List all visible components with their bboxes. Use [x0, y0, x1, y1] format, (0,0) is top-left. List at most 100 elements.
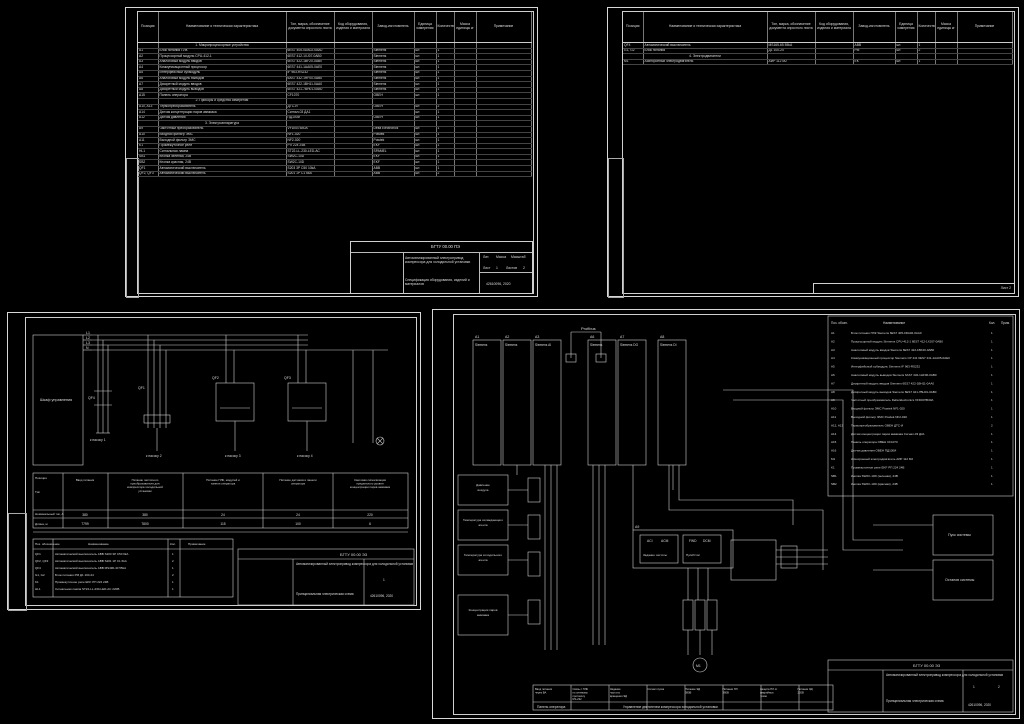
header-cell: Единица измерения — [895, 12, 918, 43]
power-col-header: оператора — [291, 482, 305, 486]
cell-type: S201 1P C1 6kA — [286, 171, 335, 178]
bottom-cell: 380В — [723, 690, 729, 694]
element-qty: 1 — [991, 440, 993, 444]
bottom-cell: Питание ЭД — [685, 687, 700, 691]
rack-brand: Siemens — [505, 343, 518, 347]
stamp-mass: Масса — [496, 255, 507, 259]
control-stamp-group: 42610096, 2020 — [968, 703, 991, 707]
power-col-header: Ввод питания — [76, 478, 95, 482]
element-name: Входной фильтр ЭМС Powtek NF1-020 — [851, 407, 905, 411]
elements-header: Поз. обозн. — [831, 321, 848, 325]
cell-pos: QF2, QF3 — [138, 171, 159, 178]
cell-code — [334, 171, 373, 178]
element-qty: 1 — [991, 381, 993, 385]
element-qty: 1 — [991, 465, 993, 469]
legend-qty: 1 — [172, 587, 174, 591]
element-qty: 1 — [991, 365, 993, 369]
element-pos: A6 — [831, 373, 835, 377]
sensor-label: Температура охлаждающего — [463, 518, 503, 522]
element-qty: 1 — [991, 398, 993, 402]
bottom-cell: токов — [760, 695, 767, 698]
spec-sheet-1-side-stamp — [126, 158, 139, 298]
rack-a1 — [472, 339, 502, 466]
element-pos: A12, A13 — [831, 423, 844, 427]
legend-qty: 2 — [172, 559, 174, 563]
cell-type: АИР 112 М2 — [767, 59, 816, 66]
bottom-cell: Питание ПЛ — [723, 687, 738, 691]
power-value: 7800 — [141, 522, 149, 526]
inverter-start-stop: Пуск/Стоп — [686, 553, 700, 557]
branch-1-target: к насосу 1 — [90, 438, 106, 442]
rack-id: A2 — [505, 335, 509, 339]
cell-mass — [454, 171, 477, 178]
rack-id: A6 — [590, 335, 594, 339]
element-name: Интерфейсный субмодуль Siemens IF 963-RS… — [851, 365, 920, 369]
branch-2 — [143, 335, 171, 451]
stop-system-box: Останов системы — [945, 578, 975, 582]
header-cell: Позиция — [138, 12, 159, 43]
legend-pos: K1 — [35, 580, 39, 584]
inverter-fwd: FWD — [689, 539, 697, 543]
bottom-cell: Ввод питания — [535, 687, 553, 691]
legend-name: Автоматический выключатель ABB S201 1P C… — [55, 559, 127, 563]
power-row-header: Длина, м — [35, 522, 48, 526]
bottom-cell: вращения ЭД — [610, 694, 627, 698]
header-cell: Единица измерения — [414, 12, 437, 43]
bottom-cell: через ВА — [535, 690, 547, 694]
element-pos: M1 — [831, 457, 835, 461]
element-name: Промежуточное реле EKF РП 224 24В — [851, 465, 904, 469]
branch-3-label: QF2 — [212, 376, 219, 380]
bus-l2: L2 — [86, 336, 90, 340]
bottom-cell: Защита ПЛ от — [760, 687, 778, 691]
inverter-dcm: DCM — [703, 539, 711, 543]
power-value: 6 — [369, 522, 371, 526]
stamp-code: БГТУ 00.00 ПЭ — [431, 244, 461, 249]
sensor-label: воздуха — [478, 488, 489, 492]
element-qty: 1 — [991, 390, 993, 394]
power-stamp-doc: Принципиальная электрическая схема — [296, 592, 354, 596]
power-col-header: концентрации паров аммиака — [350, 485, 390, 489]
cell-note — [476, 171, 532, 178]
elements-header: Наименование — [883, 321, 905, 325]
element-pos: A2 — [831, 339, 835, 343]
control-sheet: Profibus A1 Siemens A2 Siemens A3 Siemens AI A… — [432, 309, 1020, 719]
power-value: 115 — [220, 522, 225, 526]
cell-maker: ABB — [372, 171, 415, 178]
legend-pos: QF2, QF3 — [35, 559, 49, 563]
header-cell: Количество — [917, 12, 936, 43]
rack-brand: Siemens DI — [660, 343, 677, 347]
header-cell: Тип, марка, обозначение документа опросн… — [767, 12, 816, 43]
spec-table-2: Позиция Наименование и техническая характ… — [623, 12, 1013, 66]
rack-a8 — [657, 339, 687, 466]
bottom-sub-0: Панель оператора — [537, 705, 565, 709]
element-pos: A8 — [831, 390, 835, 394]
motor-label: M1 — [696, 664, 701, 668]
control-stamp-sheets: 2 — [998, 685, 1000, 689]
branch-3-target: к насосу 3 — [225, 454, 241, 458]
control-stamp-doc: Принципиальная электрическая схема — [886, 699, 944, 703]
sensor-label: Давление — [476, 483, 490, 487]
bottom-cell: 220В — [798, 690, 804, 694]
stamp-sheet-label: Лист — [483, 266, 491, 270]
sensor-label: агента — [478, 523, 487, 527]
bus-l3: L3 — [86, 341, 90, 345]
spec-sheet-1-title-block: БГТУ 00.00 ПЭ Автоматизированный электро… — [350, 241, 533, 294]
element-pos: A14 — [831, 432, 837, 436]
cell-unit: шт. — [895, 59, 918, 66]
stamp-group: 42610096, 2020 — [486, 282, 511, 286]
legend-name: Автоматический выключатель ABB S203 3P C… — [55, 552, 128, 556]
bottom-cell: Задание — [610, 687, 621, 691]
cabinet-label: Шкаф управления — [40, 398, 72, 402]
element-name: Частотный преобразователь Delta Electron… — [851, 398, 933, 402]
header-cell: Масса единицы кг — [454, 12, 477, 43]
header-cell: Тип, марка, обозначение документа опросн… — [286, 12, 335, 43]
table-header-row: Позиция Наименование и техническая характ… — [623, 12, 1013, 43]
element-pos: A15 — [831, 440, 837, 444]
legend-qty: 1 — [172, 566, 174, 570]
table-row: QF2, QF3 Автоматический выключатель S201 1… — [138, 171, 532, 178]
cell-qty: 1 — [917, 59, 936, 66]
power-value: 380 — [142, 513, 148, 517]
table-header-row: Позиция Наименование и техническая характ… — [138, 12, 532, 43]
cell-unit: шт. — [414, 171, 437, 178]
bottom-cell: RS-232 — [573, 697, 583, 701]
